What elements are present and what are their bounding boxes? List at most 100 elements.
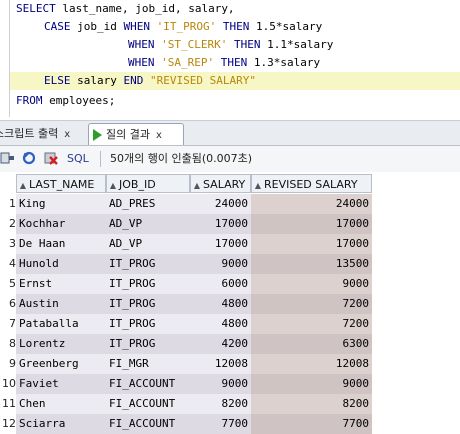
cell-last-name[interactable]: Hunold — [16, 254, 106, 274]
row-number: 2 — [0, 214, 16, 234]
cell-revised-salary[interactable]: 9000 — [251, 274, 372, 294]
cell-revised-salary[interactable]: 7200 — [251, 314, 372, 334]
sql-editor[interactable]: SELECT last_name, job_id, salary, CASE j… — [0, 0, 460, 117]
pin-icon[interactable] — [0, 151, 15, 165]
cancel-icon[interactable] — [44, 151, 59, 165]
cell-revised-salary[interactable]: 17000 — [251, 214, 372, 234]
result-tab-strip: 스크립트 출력 x 질의 결과 x — [0, 120, 460, 146]
code-line-1: SELECT last_name, job_id, salary, — [16, 0, 235, 18]
row-number: 4 — [0, 254, 16, 274]
row-number: 11 — [0, 394, 16, 414]
tab-query-result[interactable]: 질의 결과 x — [88, 123, 184, 145]
column-header-job-id[interactable]: ▲ JOB_ID — [106, 174, 190, 193]
toolbar-divider — [100, 151, 101, 167]
table-row[interactable]: 10 Faviet FI_ACCOUNT 9000 9000 — [0, 374, 372, 394]
cell-salary[interactable]: 17000 — [190, 234, 251, 254]
code-line-4: WHEN 'SA_REP' THEN 1.3*salary — [128, 54, 320, 72]
tab-label: 질의 결과 — [106, 128, 150, 141]
cell-last-name[interactable]: De Haan — [16, 234, 106, 254]
code-line-5-current: ELSE salary END "REVISED SALARY" — [10, 72, 460, 90]
row-number: 8 — [0, 334, 16, 354]
close-icon[interactable]: x — [156, 130, 162, 141]
code-keyword: FROM — [16, 94, 43, 107]
cell-last-name[interactable]: Faviet — [16, 374, 106, 394]
column-header-last-name[interactable]: ▲ LAST_NAME — [16, 174, 106, 193]
cell-revised-salary[interactable]: 13500 — [251, 254, 372, 274]
cell-revised-salary[interactable]: 12008 — [251, 354, 372, 374]
cell-job-id[interactable]: IT_PROG — [106, 334, 190, 354]
cell-salary[interactable]: 24000 — [190, 194, 251, 214]
cell-revised-salary[interactable]: 7200 — [251, 294, 372, 314]
cell-salary[interactable]: 12008 — [190, 354, 251, 374]
cell-job-id[interactable]: FI_ACCOUNT — [106, 394, 190, 414]
cell-job-id[interactable]: AD_VP — [106, 214, 190, 234]
code-keyword: END — [123, 74, 144, 87]
table-row[interactable]: 8 Lorentz IT_PROG 4200 6300 — [0, 334, 372, 354]
code-text: 1.5*salary — [249, 20, 323, 33]
cell-last-name[interactable]: Greenberg — [16, 354, 106, 374]
cell-last-name[interactable]: Austin — [16, 294, 106, 314]
cell-job-id[interactable]: AD_PRES — [106, 194, 190, 214]
cell-salary[interactable]: 9000 — [190, 374, 251, 394]
cell-salary[interactable]: 6000 — [190, 274, 251, 294]
code-keyword: ELSE — [44, 74, 71, 87]
cell-salary[interactable]: 9000 — [190, 254, 251, 274]
cell-revised-salary[interactable]: 17000 — [251, 234, 372, 254]
row-number: 6 — [0, 294, 16, 314]
cell-salary[interactable]: 4800 — [190, 294, 251, 314]
cell-last-name[interactable]: Lorentz — [16, 334, 106, 354]
cell-job-id[interactable]: IT_PROG — [106, 274, 190, 294]
code-keyword: WHEN — [123, 20, 150, 33]
table-row[interactable]: 7 Pataballa IT_PROG 4800 7200 — [0, 314, 372, 334]
cell-job-id[interactable]: AD_VP — [106, 234, 190, 254]
cell-job-id[interactable]: FI_MGR — [106, 354, 190, 374]
cell-job-id[interactable]: IT_PROG — [106, 254, 190, 274]
refresh-icon[interactable] — [22, 151, 37, 165]
table-row[interactable]: 5 Ernst IT_PROG 6000 9000 — [0, 274, 372, 294]
cell-revised-salary[interactable]: 6300 — [251, 334, 372, 354]
column-header-label: JOB_ID — [119, 178, 156, 191]
cell-job-id[interactable]: FI_ACCOUNT — [106, 414, 190, 434]
cell-revised-salary[interactable]: 24000 — [251, 194, 372, 214]
cell-salary[interactable]: 8200 — [190, 394, 251, 414]
cell-salary[interactable]: 17000 — [190, 214, 251, 234]
cell-last-name[interactable]: Kochhar — [16, 214, 106, 234]
column-header-revised-salary[interactable]: ▲ REVISED SALARY — [251, 174, 372, 193]
cell-last-name[interactable]: King — [16, 194, 106, 214]
table-row[interactable]: 4 Hunold IT_PROG 9000 13500 — [0, 254, 372, 274]
cell-revised-salary[interactable]: 7700 — [251, 414, 372, 434]
close-icon[interactable]: x — [64, 129, 70, 140]
table-row[interactable]: 12 Sciarra FI_ACCOUNT 7700 7700 — [0, 414, 372, 434]
cell-job-id[interactable]: IT_PROG — [106, 294, 190, 314]
cell-last-name[interactable]: Sciarra — [16, 414, 106, 434]
cell-job-id[interactable]: IT_PROG — [106, 314, 190, 334]
cell-last-name[interactable]: Ernst — [16, 274, 106, 294]
fetch-status: 50개의 행이 인출됨(0.007초) — [110, 152, 253, 165]
table-row[interactable]: 11 Chen FI_ACCOUNT 8200 8200 — [0, 394, 372, 414]
code-string: 'IT_PROG' — [149, 20, 223, 33]
column-header-salary[interactable]: ▲ SALARY — [190, 174, 251, 193]
code-keyword: WHEN — [128, 38, 155, 51]
tab-script-output[interactable]: 스크립트 출력 x — [0, 123, 84, 144]
cell-last-name[interactable]: Pataballa — [16, 314, 106, 334]
sort-icon: ▲ — [109, 181, 117, 190]
code-line-3: WHEN 'ST_CLERK' THEN 1.1*salary — [128, 36, 333, 54]
table-row[interactable]: 9 Greenberg FI_MGR 12008 12008 — [0, 354, 372, 374]
code-string: 'SA_REP' — [154, 56, 221, 69]
cell-salary[interactable]: 4800 — [190, 314, 251, 334]
cell-job-id[interactable]: FI_ACCOUNT — [106, 374, 190, 394]
table-row[interactable]: 2 Kochhar AD_VP 17000 17000 — [0, 214, 372, 234]
table-row[interactable]: 6 Austin IT_PROG 4800 7200 — [0, 294, 372, 314]
sql-button[interactable]: SQL — [67, 146, 89, 172]
cell-salary[interactable]: 4200 — [190, 334, 251, 354]
code-text: last_name, job_id, salary, — [55, 2, 235, 15]
code-text: 1.1*salary — [260, 38, 334, 51]
table-row[interactable]: 3 De Haan AD_VP 17000 17000 — [0, 234, 372, 254]
table-row[interactable]: 1 King AD_PRES 24000 24000 — [0, 194, 372, 214]
cell-salary[interactable]: 7700 — [190, 414, 251, 434]
cell-revised-salary[interactable]: 8200 — [251, 394, 372, 414]
row-number: 1 — [0, 194, 16, 214]
cell-last-name[interactable]: Chen — [16, 394, 106, 414]
run-icon — [93, 129, 102, 141]
cell-revised-salary[interactable]: 9000 — [251, 374, 372, 394]
